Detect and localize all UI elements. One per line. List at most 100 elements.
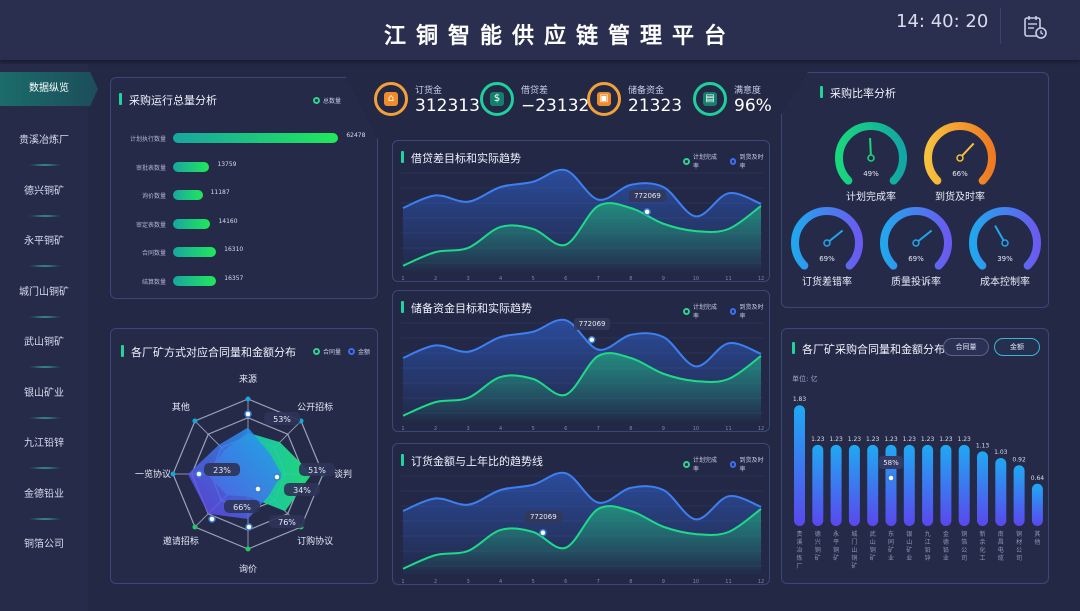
category-label-char: 九 [925,530,931,538]
sidebar-item[interactable]: 银山矿业 [0,379,88,419]
tooltip: 772069 [573,317,611,330]
tooltip-point[interactable] [539,528,547,537]
sidebar-item[interactable]: 九江铅锌 [0,429,88,469]
trend-chart-panel: 借贷差目标和实际趋势 计划完成率 到货及时率 1 2 3 4 5 6 7 8 9 10 11 12 77206… [392,140,770,282]
header-bar: 江铜智能供应链管理平台 14: 40: 20 [0,0,1080,60]
data-point[interactable] [195,470,203,478]
document-icon: ▤ [703,92,717,106]
kpi-ring: ▣ [587,82,621,116]
axis-dot [245,396,251,402]
data-point[interactable] [208,515,216,523]
category-label-char: 矿 [888,546,894,554]
sidebar-item-label: 银山矿业 [24,387,64,399]
category-label-char: 材 [1016,538,1022,546]
x-tick-label: 2 [434,276,437,282]
category-label-char: 铜 [870,546,876,554]
x-tick-label: 8 [629,276,632,282]
category-label-char: 司 [961,555,967,562]
kpi-ring: ⌂ [374,82,408,116]
bar[interactable] [903,444,915,526]
sidebar-item[interactable]: 金德铅业 [0,480,88,520]
tooltip-point[interactable] [887,474,895,482]
sidebar-item[interactable]: 城门山铜矿 [0,278,88,318]
kpi-label: 订货金 [415,86,443,96]
bar[interactable] [958,444,970,526]
gauge: 66% [924,122,996,185]
category-label-char: 炼 [796,554,802,562]
bar-row: 审定表数量 14160 [121,216,361,236]
x-tick-label: 6 [564,426,567,432]
bar[interactable] [848,444,860,526]
radar-chart: 来源公开招标谈判订购协议询价 邀请招标 一览协议 其他 53% 51% 34% 76% 66% 2… [135,374,352,575]
bar-row: 结算数量 16357 [121,273,361,293]
bar[interactable] [977,451,988,526]
bar[interactable] [940,444,952,526]
bar-label: 计划执行数量 [129,136,166,143]
category-label-char: 冶 [796,546,802,554]
purchase-total-panel: 采购运行总量分析 总数量 计划执行数量 62478 审批表数量 13759 询价数量 11… [110,77,378,299]
category-label-char: 矿 [815,554,821,562]
tooltip: 772069 [629,189,666,202]
legend-label: 总数量 [323,98,342,105]
data-point[interactable] [244,410,252,418]
kpi-value: 312313 [415,96,480,116]
header-divider [1000,8,1001,44]
x-tick-label: 11 [725,579,731,585]
sidebar-item[interactable]: 武山铜矿 [0,328,88,368]
sidebar-item-label: 永平铜矿 [24,236,64,247]
factory-dist-panel: 各厂矿采购合同量和金额分布 单位: 亿 1.83 贵溪冶炼厂 1.23 德兴铜矿 1.2… [781,328,1049,584]
tooltip-point[interactable] [588,335,596,344]
bar[interactable] [1013,465,1025,526]
category-label-char: 箔 [961,538,967,546]
bar-value: 1.23 [866,436,880,443]
bar-value: 1.23 [958,436,972,443]
kpi-value: 96% [734,96,772,116]
bar-label: 合同数量 [141,250,166,257]
x-tick-label: 4 [499,579,502,585]
gauge-hub [1001,239,1009,247]
tooltip-point[interactable] [643,208,651,216]
gauge: 49% [835,122,907,185]
bar[interactable] [794,405,805,526]
radar-axis-label: 邀请招标 [163,535,199,547]
toggle-contract-button[interactable]: 合同量 [943,338,989,356]
item-divider [28,517,62,520]
sidebar-item[interactable]: 贵溪冶炼厂 [0,126,88,166]
kpi-ring: ▤ [693,82,727,116]
bar[interactable] [830,444,842,526]
x-tick-label: 3 [466,426,469,432]
picture-icon: ▣ [597,92,611,106]
calendar-clock-icon[interactable] [1022,14,1048,40]
x-tick-label: 12 [758,579,764,585]
toggle-amount-button[interactable]: 金额 [994,338,1040,356]
gauge-value: 69% [819,255,835,263]
sidebar-item-label: 德兴铜矿 [24,185,64,197]
category-label-char: 余 [979,538,985,546]
bar[interactable] [1031,483,1043,526]
bar-value: 14160 [218,217,238,225]
bar[interactable] [812,444,824,526]
data-point[interactable] [254,485,262,493]
sidebar-item[interactable]: 铜箔公司 [0,530,88,560]
bar [173,247,217,257]
bar-value: 1.23 [903,436,917,443]
category-label-char: 司 [1016,555,1022,562]
category-label-char: 山 [870,538,876,546]
sidebar-item-overview[interactable]: 数据纵览 [0,72,98,106]
bar[interactable] [867,444,879,526]
bar[interactable] [922,444,934,526]
x-tick-label: 8 [629,579,632,585]
data-point[interactable] [245,523,253,531]
sidebar-item[interactable]: 永平铜矿 [0,227,88,267]
x-tick-label: 7 [597,579,600,585]
radar-legend: 合同量 金额 [313,347,370,356]
bar [173,218,211,229]
bar-value: 1.23 [829,436,843,443]
legend-label: 合同量 [323,349,342,356]
bar[interactable] [995,458,1007,526]
bar-value: 62478 [346,132,366,139]
category-label-char: 电 [998,546,1004,554]
bar-row: 合同数量 16310 [121,244,361,264]
sidebar-item[interactable]: 德兴铜矿 [0,177,88,217]
data-point[interactable] [273,473,281,481]
